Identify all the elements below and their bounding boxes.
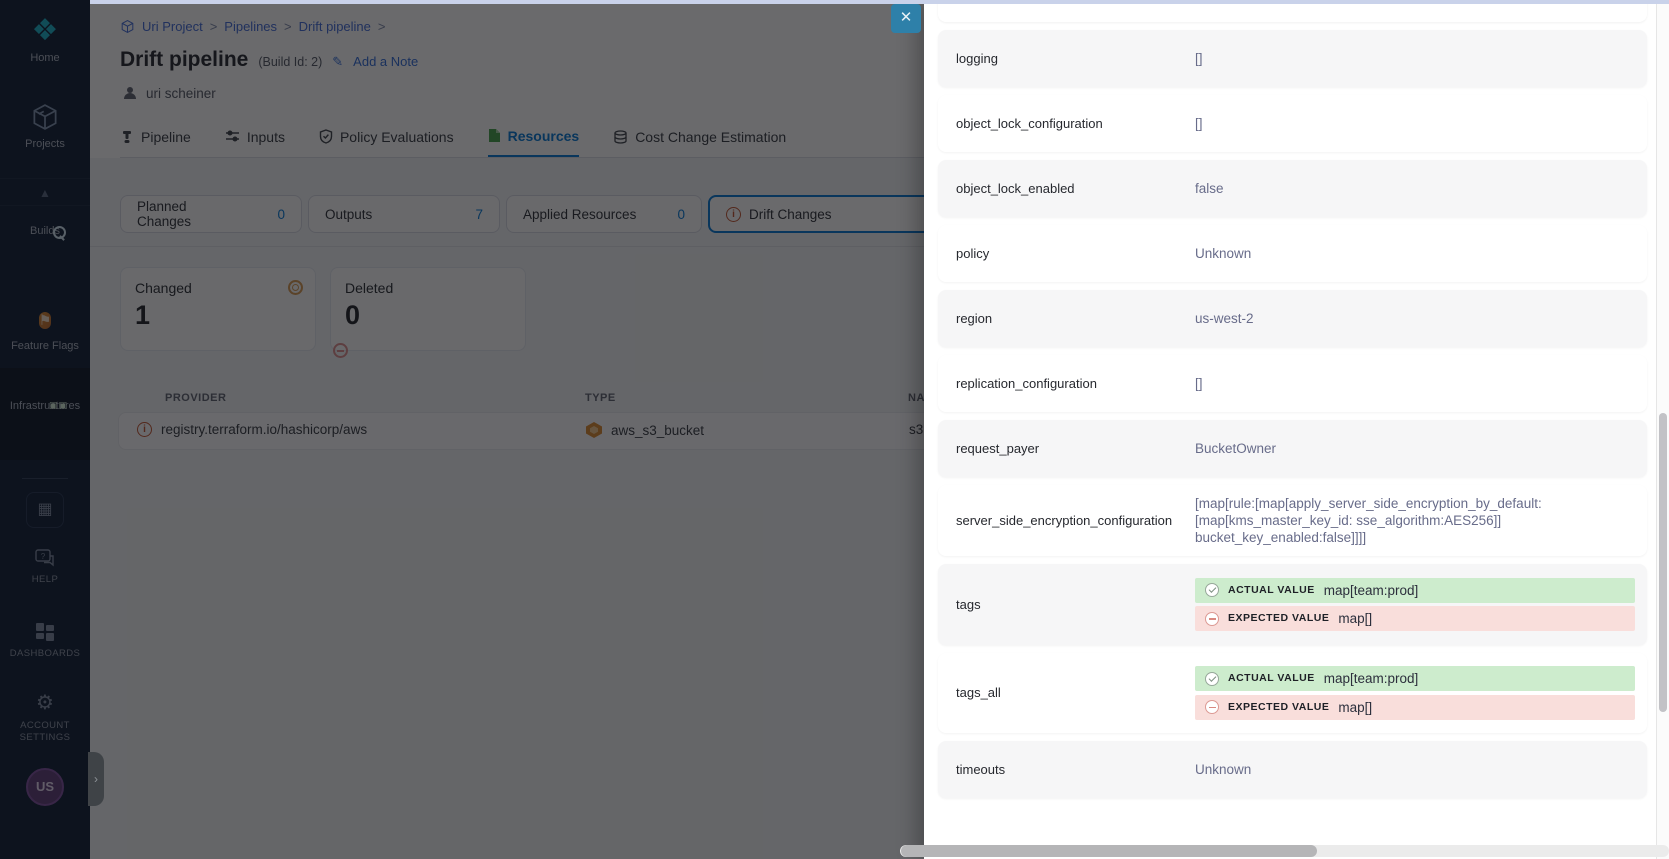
vertical-scrollbar-thumb[interactable] (1659, 413, 1667, 712)
attribute-value: ACTUAL VALUE map[team:prod] EXPECTED VALUE… (1195, 574, 1587, 635)
banner-label: EXPECTED VALUE (1228, 610, 1329, 627)
attribute-row: policyUnknown (938, 225, 1647, 282)
attribute-value: Unknown (1195, 761, 1587, 778)
attribute-row: request_payerBucketOwner (938, 420, 1647, 477)
top-edge-strip (90, 0, 1669, 4)
attribute-value: Unknown (1195, 245, 1587, 262)
attribute-row: logging[] (938, 30, 1647, 87)
attribute-row: tags ACTUAL VALUE map[team:prod] EXPECTED V… (938, 564, 1647, 645)
attribute-value: us-west-2 (1195, 310, 1587, 327)
check-circle-icon (1205, 672, 1219, 686)
banner-value: map[] (1338, 699, 1372, 716)
attribute-value: [] (1195, 50, 1587, 67)
attribute-key: server_side_encryption_configuration (956, 513, 1195, 528)
attribute-key: tags (956, 597, 1195, 612)
attribute-value: [map[rule:[map[apply_server_side_encrypt… (1195, 495, 1587, 546)
attribute-value: false (1195, 180, 1587, 197)
attribute-row: object_lock_configuration[] (938, 95, 1647, 152)
attribute-value: [] (1195, 115, 1587, 132)
attribute-row: replication_configuration[] (938, 355, 1647, 412)
close-drawer-button[interactable]: ✕ (891, 4, 921, 33)
expected-value-banner: EXPECTED VALUE map[] (1195, 606, 1635, 631)
attribute-key: tags_all (956, 685, 1195, 700)
attribute-key: object_lock_configuration (956, 116, 1195, 131)
banner-label: ACTUAL VALUE (1228, 582, 1315, 599)
attribute-key: timeouts (956, 762, 1195, 777)
actual-value-banner: ACTUAL VALUE map[team:prod] (1195, 666, 1635, 691)
modal-overlay[interactable] (0, 0, 924, 859)
attribute-key: request_payer (956, 441, 1195, 456)
app-stage: ❖ Home Projects ▲ Builds Feature Flags I… (0, 0, 1669, 859)
attribute-value: BucketOwner (1195, 440, 1587, 457)
attribute-row: regionus-west-2 (938, 290, 1647, 347)
sidebar-expand-handle[interactable]: › (88, 752, 104, 806)
attribute-key: policy (956, 246, 1195, 261)
check-circle-icon (1205, 583, 1219, 597)
minus-circle-icon (1205, 612, 1219, 626)
expected-value-banner: EXPECTED VALUE map[] (1195, 695, 1635, 720)
attribute-value: ACTUAL VALUE map[team:prod] EXPECTED VALUE… (1195, 663, 1587, 724)
attribute-key: replication_configuration (956, 376, 1195, 391)
banner-value: map[team:prod] (1324, 582, 1419, 599)
banner-value: map[] (1338, 610, 1372, 627)
actual-value-banner: ACTUAL VALUE map[team:prod] (1195, 578, 1635, 603)
attribute-value: [] (1195, 375, 1587, 392)
banner-value: map[team:prod] (1324, 670, 1419, 687)
attribute-key: region (956, 311, 1195, 326)
minus-circle-icon (1205, 700, 1219, 714)
attribute-row: timeoutsUnknown (938, 741, 1647, 798)
attribute-row: object_lock_enabledfalse (938, 160, 1647, 217)
attribute-rows: logging[]object_lock_configuration[]obje… (938, 0, 1647, 806)
attribute-row: server_side_encryption_configuration[map… (938, 485, 1647, 556)
banner-label: ACTUAL VALUE (1228, 670, 1315, 687)
attribute-row: tags_all ACTUAL VALUE map[team:prod] EXPECT… (938, 653, 1647, 734)
chevron-right-icon: › (94, 772, 98, 786)
drift-details-drawer: ✕ logging[]object_lock_configuration[]ob… (924, 0, 1669, 859)
banner-label: EXPECTED VALUE (1228, 699, 1329, 716)
horizontal-scrollbar-thumb[interactable] (901, 845, 1317, 857)
attribute-key: object_lock_enabled (956, 181, 1195, 196)
attribute-key: logging (956, 51, 1195, 66)
